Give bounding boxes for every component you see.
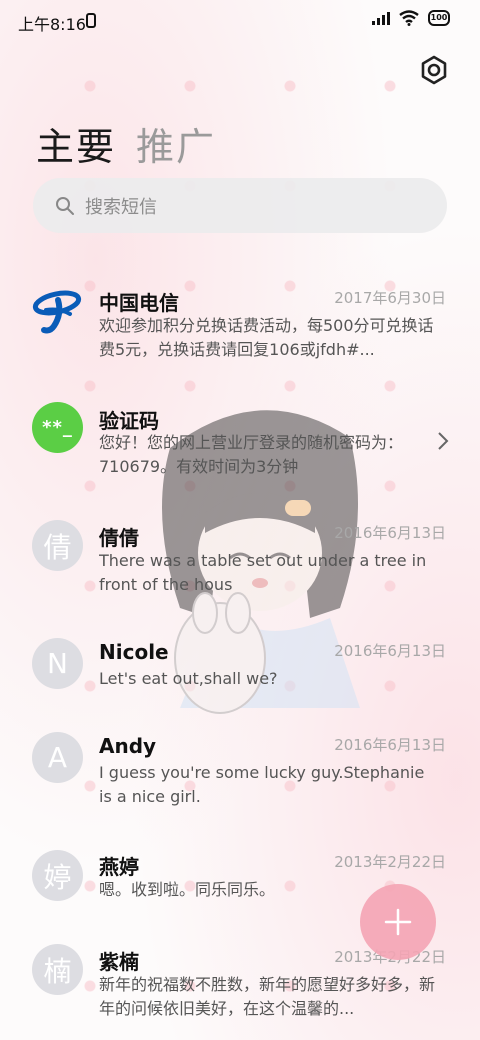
status-time: 上午8:16 (18, 15, 86, 34)
conversation-date: 2017年6月30日 (334, 289, 446, 307)
contact-avatar: 楠 (32, 944, 83, 995)
new-message-button[interactable] (360, 884, 436, 960)
search-placeholder: 搜索短信 (85, 197, 157, 218)
conversation-item[interactable]: A Andy 2016年6月13日 I guess you're some lu… (0, 730, 480, 820)
contact-avatar: 婷 (32, 850, 83, 901)
phone-status-icon (86, 13, 96, 28)
conversation-preview: 您好！您的网上营业厅登录的随机密码为：710679。有效时间为3分钟 (99, 433, 404, 476)
settings-hexagon-icon[interactable] (418, 54, 450, 86)
plus-icon (384, 908, 412, 936)
contact-avatar: N (32, 638, 83, 689)
chevron-right-icon[interactable] (436, 430, 450, 452)
conversation-item[interactable]: **_ 验证码 您好！您的网上营业厅登录的随机密码为：710679。有效时间为3… (0, 402, 480, 492)
conversation-date: 2016年6月13日 (334, 524, 446, 542)
conversation-preview: 欢迎参加积分兑换话费活动，每500分可兑换话费5元，兑换话费请回复106或jfd… (99, 316, 434, 359)
contact-avatar: A (32, 732, 83, 783)
battery-icon: 100 (428, 10, 450, 26)
status-icons: 100 (372, 10, 450, 26)
contact-avatar: 倩 (32, 520, 83, 571)
conversation-preview: There was a table set out under a tree i… (99, 551, 427, 594)
signal-icon (372, 11, 390, 25)
search-bar[interactable]: 搜索短信 (33, 178, 447, 233)
conversation-name: 燕婷 (99, 855, 139, 879)
conversation-name: 验证码 (99, 409, 159, 433)
conversation-name: Nicole (99, 640, 169, 664)
conversation-date: 2013年2月22日 (334, 853, 446, 871)
conversation-item[interactable]: 中国电信 2017年6月30日 欢迎参加积分兑换话费活动，每500分可兑换话费5… (0, 284, 480, 380)
tab-promotions[interactable]: 推广 (136, 116, 216, 171)
conversation-item[interactable]: 倩 倩倩 2016年6月13日 There was a table set ou… (0, 518, 480, 608)
wifi-icon (399, 10, 419, 26)
search-icon (56, 197, 74, 215)
china-telecom-logo (32, 286, 83, 337)
tab-main[interactable]: 主要 (36, 116, 116, 171)
status-bar: 上午8:16 100 (0, 0, 480, 40)
conversation-item[interactable]: N Nicole 2016年6月13日 Let's eat out,shall … (0, 636, 480, 700)
conversation-preview: 新年的祝福数不胜数，新年的愿望好多好多，新年的问候依旧美好，在这个温馨的... (99, 975, 436, 1018)
conversation-preview: I guess you're some lucky guy.Stephanie … (99, 763, 425, 806)
telecom-logo-icon (32, 290, 82, 334)
verification-avatar: **_ (32, 402, 83, 453)
conversation-name: 倩倩 (99, 526, 139, 550)
conversation-preview: Let's eat out,shall we? (99, 669, 278, 688)
conversation-name: 紫楠 (99, 950, 139, 974)
conversation-name: Andy (99, 734, 157, 758)
conversation-date: 2016年6月13日 (334, 736, 446, 754)
conversation-name: 中国电信 (99, 291, 179, 315)
conversation-date: 2016年6月13日 (334, 642, 446, 660)
